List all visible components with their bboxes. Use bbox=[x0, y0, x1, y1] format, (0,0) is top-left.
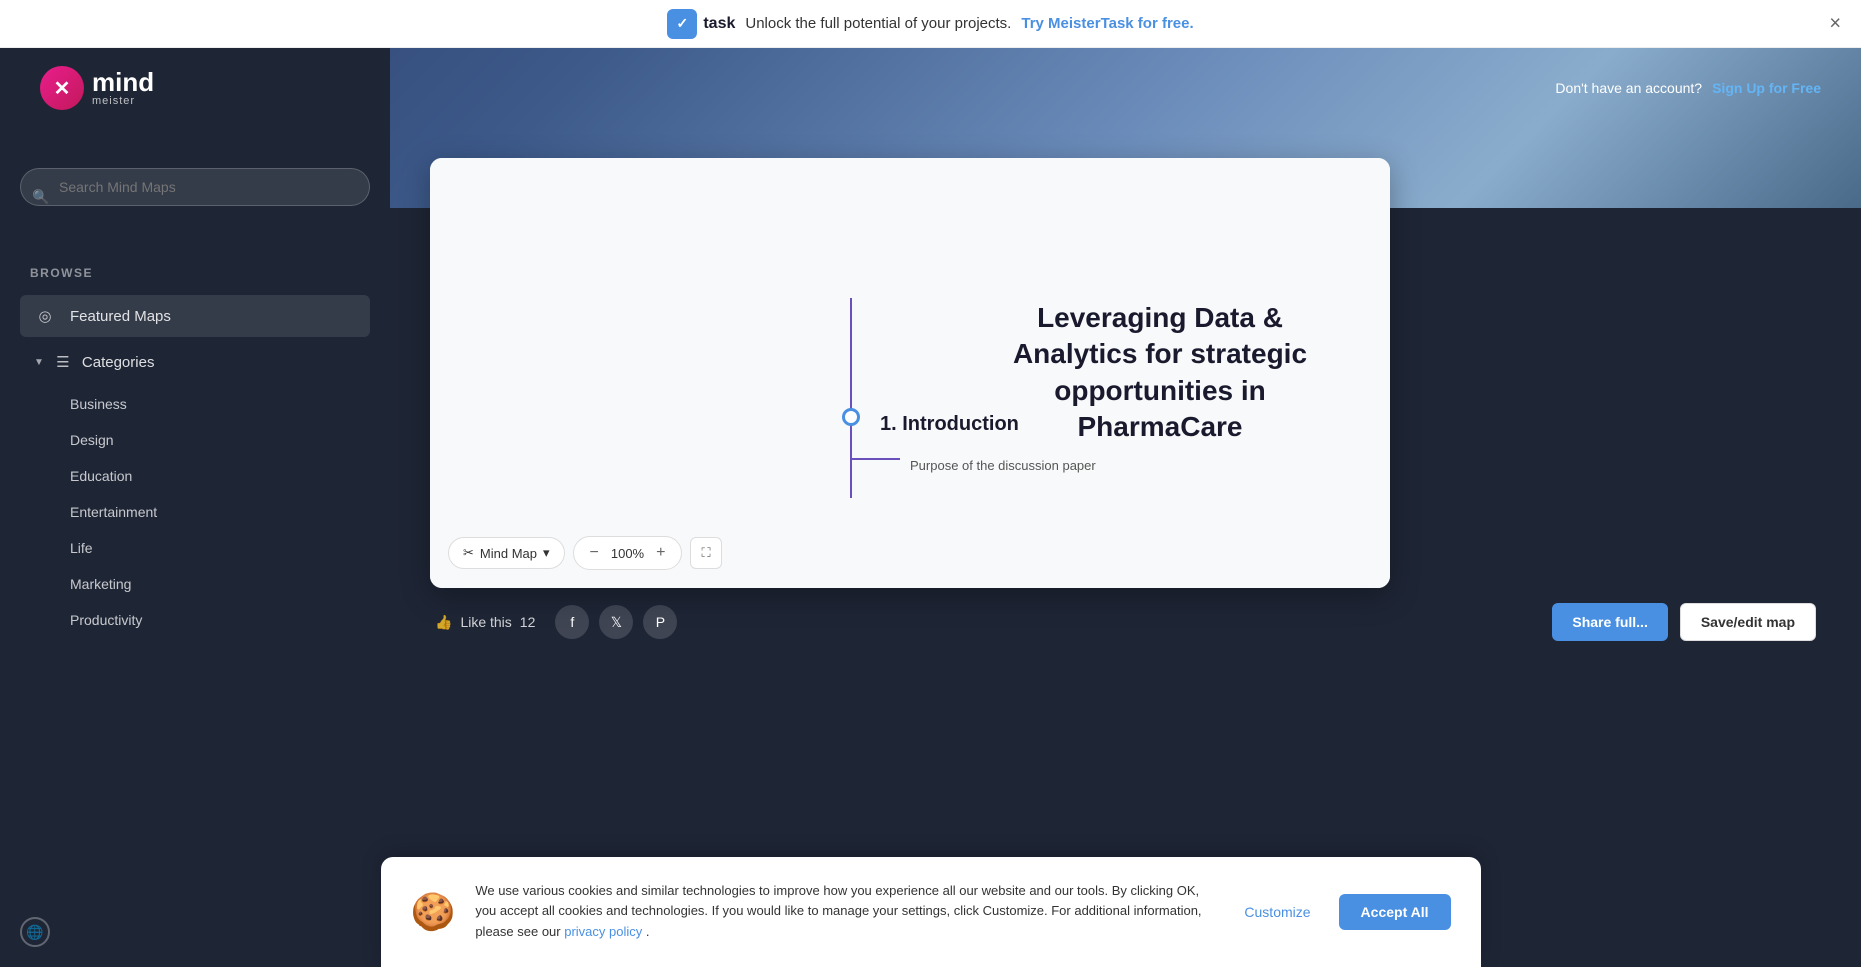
map-node bbox=[842, 408, 860, 426]
cookie-text: We use various cookies and similar techn… bbox=[475, 881, 1208, 943]
pinterest-icon[interactable]: P bbox=[643, 605, 677, 639]
sidebar-item-entertainment[interactable]: Entertainment bbox=[20, 495, 370, 529]
sidebar-item-featured-maps[interactable]: ◎ Featured Maps bbox=[20, 295, 370, 337]
customize-button[interactable]: Customize bbox=[1228, 894, 1326, 930]
like-text: Like this bbox=[460, 614, 511, 630]
zoom-minus-button[interactable]: − bbox=[586, 544, 603, 562]
meistertask-logo: ✓ task bbox=[667, 9, 735, 39]
sidebar: 🔍 BROWSE ◎ Featured Maps ▼ ☰ Categories … bbox=[0, 48, 390, 967]
search-input[interactable] bbox=[20, 168, 370, 206]
featured-maps-icon: ◎ bbox=[34, 305, 56, 327]
logo-text: mind meister bbox=[92, 69, 154, 107]
sidebar-bottom: 🌐 bbox=[20, 917, 50, 947]
logo-icon: ✕ bbox=[40, 66, 84, 110]
signup-link[interactable]: Sign Up for Free bbox=[1712, 80, 1821, 96]
sidebar-item-design[interactable]: Design bbox=[20, 423, 370, 457]
map-card: 1. Introduction Purpose of the discussio… bbox=[430, 158, 1390, 588]
cookie-actions: Customize Accept All bbox=[1228, 894, 1450, 930]
map-intro-label: 1. Introduction bbox=[880, 413, 1019, 436]
mindmeister-logo: ✕ mind meister bbox=[40, 66, 154, 110]
map-vertical-line bbox=[850, 298, 852, 498]
map-type-label: Mind Map bbox=[480, 546, 537, 561]
zoom-controls: − 100% + bbox=[573, 536, 683, 570]
accept-all-button[interactable]: Accept All bbox=[1339, 894, 1451, 930]
map-toolbar: ✂ Mind Map ▾ − 100% + ⛶ bbox=[448, 536, 722, 570]
social-icons: f 𝕏 P bbox=[555, 605, 677, 639]
zoom-level: 100% bbox=[611, 546, 644, 561]
privacy-policy-link[interactable]: privacy policy bbox=[564, 924, 642, 939]
top-banner: ✓ task Unlock the full potential of your… bbox=[0, 0, 1861, 48]
cookie-banner: 🍪 We use various cookies and similar tec… bbox=[381, 857, 1481, 967]
map-content: 1. Introduction Purpose of the discussio… bbox=[430, 158, 1390, 588]
logo-mind: mind bbox=[92, 69, 154, 95]
search-wrapper: 🔍 bbox=[20, 158, 370, 236]
categories-icon: ☰ bbox=[52, 351, 74, 373]
categories-label: Categories bbox=[82, 354, 155, 371]
no-account-text: Don't have an account? bbox=[1555, 80, 1702, 96]
sidebar-item-productivity[interactable]: Productivity bbox=[20, 603, 370, 637]
sidebar-item-marketing[interactable]: Marketing bbox=[20, 567, 370, 601]
cookie-icon: 🍪 bbox=[411, 891, 456, 933]
browse-label: BROWSE bbox=[20, 266, 370, 280]
chevron-down-icon: ▾ bbox=[543, 545, 550, 561]
header-right: Don't have an account? Sign Up for Free bbox=[1555, 80, 1821, 96]
scissors-icon: ✂ bbox=[463, 545, 474, 561]
action-buttons: Share full... Save/edit map bbox=[1552, 603, 1816, 641]
banner-link[interactable]: Try MeisterTask for free. bbox=[1021, 15, 1193, 32]
sidebar-item-business[interactable]: Business bbox=[20, 387, 370, 421]
cookie-link-end: . bbox=[646, 924, 650, 939]
map-title: Leveraging Data & Analytics for strategi… bbox=[1010, 300, 1310, 446]
map-branch-line bbox=[850, 458, 900, 460]
like-section: 👍 Like this 12 bbox=[435, 614, 535, 631]
featured-maps-label: Featured Maps bbox=[70, 308, 171, 325]
action-bar: 👍 Like this 12 f 𝕏 P Share full... Save/… bbox=[430, 603, 1821, 641]
sidebar-item-categories[interactable]: ▼ ☰ Categories bbox=[20, 341, 370, 383]
map-type-button[interactable]: ✂ Mind Map ▾ bbox=[448, 537, 565, 569]
main-content: 1. Introduction Purpose of the discussio… bbox=[390, 48, 1861, 967]
banner-text: Unlock the full potential of your projec… bbox=[745, 15, 1011, 32]
share-full-button[interactable]: Share full... bbox=[1552, 603, 1667, 641]
like-icon: 👍 bbox=[435, 614, 452, 631]
zoom-plus-button[interactable]: + bbox=[652, 544, 669, 562]
sidebar-item-life[interactable]: Life bbox=[20, 531, 370, 565]
meistertask-logo-icon: ✓ bbox=[667, 9, 697, 39]
main-container: ✕ mind meister Don't have an account? Si… bbox=[0, 48, 1861, 967]
logo-meister: meister bbox=[92, 95, 154, 107]
banner-close-button[interactable]: × bbox=[1829, 12, 1841, 35]
meistertask-logo-text: task bbox=[703, 15, 735, 33]
twitter-icon[interactable]: 𝕏 bbox=[599, 605, 633, 639]
sidebar-item-education[interactable]: Education bbox=[20, 459, 370, 493]
like-count: 12 bbox=[520, 614, 536, 630]
fullscreen-button[interactable]: ⛶ bbox=[690, 537, 721, 569]
map-sub-label: Purpose of the discussion paper bbox=[910, 458, 1096, 473]
edit-map-button[interactable]: Save/edit map bbox=[1680, 603, 1816, 641]
header-bar: ✕ mind meister Don't have an account? Si… bbox=[0, 48, 1861, 128]
facebook-icon[interactable]: f bbox=[555, 605, 589, 639]
globe-icon[interactable]: 🌐 bbox=[20, 917, 50, 947]
arrow-down-icon: ▼ bbox=[34, 357, 44, 368]
